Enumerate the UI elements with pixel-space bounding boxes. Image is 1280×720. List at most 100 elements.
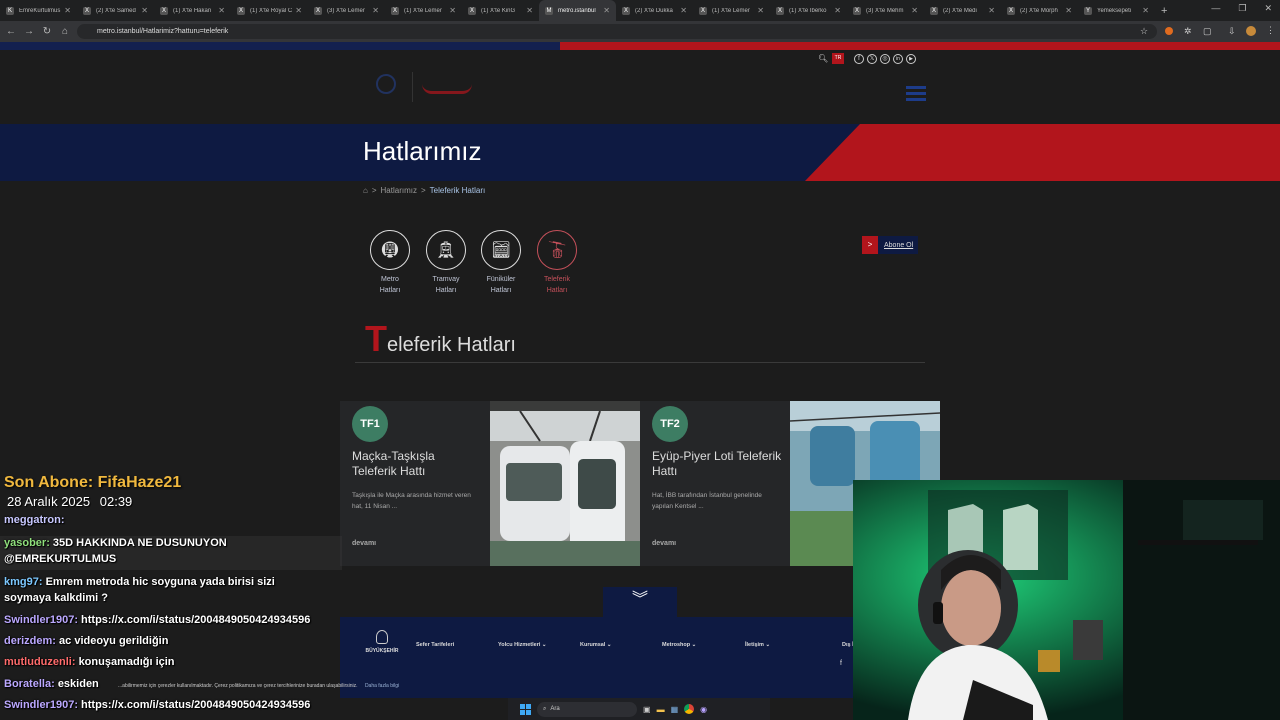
close-tab-icon[interactable]: ✕ xyxy=(449,6,456,15)
browser-tab[interactable]: X (2) X'te Medi ✕ xyxy=(924,0,1001,21)
chrome-icon[interactable] xyxy=(684,704,695,714)
tf1-cable-car-photo[interactable] xyxy=(490,401,640,566)
line-type-label[interactable]: Metro Hatları xyxy=(365,274,415,296)
instagram-icon[interactable]: ◎ xyxy=(880,54,890,64)
tab-title: (2) X'te Dukka xyxy=(635,7,673,14)
close-window-icon[interactable]: ✕ xyxy=(1264,3,1272,14)
double-chevron-down-icon: ︾ xyxy=(632,591,649,608)
menu-kebab-icon[interactable]: ⋮ xyxy=(1266,25,1275,36)
extensions-puzzle-icon[interactable]: ✲ xyxy=(1184,26,1192,37)
browser-tab[interactable]: X (1) X'te KinG ✕ xyxy=(462,0,539,21)
site-logo[interactable] xyxy=(370,70,480,104)
chat-message: @EMREKURTULMUS xyxy=(4,553,116,565)
browser-tab[interactable]: X (3) X'te Lemer ✕ xyxy=(308,0,385,21)
chat-message: Boratella: eskiden xyxy=(4,678,99,690)
hamburger-menu-icon[interactable] xyxy=(906,84,926,103)
cookie-more-link[interactable]: Daha fazla bilgi xyxy=(365,683,399,689)
browser-tab[interactable]: X (1) X'te Lemer ✕ xyxy=(385,0,462,21)
browser-tab[interactable]: X (3) X'te Mehm ✕ xyxy=(847,0,924,21)
read-more-link[interactable]: devamı xyxy=(652,540,676,547)
close-tab-icon[interactable]: ✕ xyxy=(1065,6,1072,15)
chat-text: Emrem metroda hic soyguna yada birisi si… xyxy=(45,576,275,588)
footer-nav-contact[interactable]: İletişim ⌄ xyxy=(745,642,770,648)
ibb-logo-icon xyxy=(376,74,396,94)
browser-tab[interactable]: X (2) X'te Morph ✕ xyxy=(1001,0,1078,21)
line-type-tram[interactable]: 🚊︎ xyxy=(426,230,466,270)
footer-nav-corporate[interactable]: Kurumsal ⌄ xyxy=(580,642,612,648)
bookmark-star-icon[interactable]: ☆ xyxy=(1140,26,1148,37)
close-tab-icon[interactable]: ✕ xyxy=(141,6,148,15)
close-tab-icon[interactable]: ✕ xyxy=(603,6,610,15)
browser-tab[interactable]: X (1) X'te Iberko ✕ xyxy=(770,0,847,21)
line-type-label[interactable]: Tramvay Hatları xyxy=(421,274,471,296)
browser-tab[interactable]: K EmreKurtulmus ✕ xyxy=(0,0,77,21)
task-view-icon[interactable]: ▣ xyxy=(643,705,651,714)
maximize-icon[interactable]: ❐ xyxy=(1238,3,1246,14)
browser-tab[interactable]: X (1) X'te Lemer ✕ xyxy=(693,0,770,21)
browser-tab[interactable]: X (2) X'te Samed ✕ xyxy=(77,0,154,21)
close-tab-icon[interactable]: ✕ xyxy=(218,6,225,15)
close-tab-icon[interactable]: ✕ xyxy=(834,6,841,15)
taskbar-search[interactable]: ⌕ Ara xyxy=(537,701,637,717)
footer-nav-external[interactable]: Dış İ xyxy=(842,642,854,648)
footer-nav-label: İletişim xyxy=(745,642,764,648)
footer-nav-timetables[interactable]: Sefer Tarifeleri xyxy=(416,642,454,648)
windows-start-icon[interactable] xyxy=(520,703,531,715)
x-twitter-icon[interactable]: 𝕏 xyxy=(867,54,877,64)
close-tab-icon[interactable]: ✕ xyxy=(911,6,918,15)
file-explorer-icon[interactable]: ▬ xyxy=(657,705,665,714)
discord-icon[interactable]: ◉ xyxy=(700,705,707,714)
line-card-tf1[interactable]: TF1 Maçka-Taşkışla Teleferik Hattı Taşkı… xyxy=(340,401,490,566)
close-tab-icon[interactable]: ✕ xyxy=(526,6,533,15)
line-card-tf2[interactable]: TF2 Eyüp-Piyer Loti Teleferik Hattı Hat,… xyxy=(640,401,790,566)
top-stripe-red xyxy=(560,42,1280,50)
language-badge[interactable]: TR xyxy=(832,53,844,64)
subscribe-button[interactable]: > Abone Ol xyxy=(862,236,918,254)
line-type-label[interactable]: Füniküler Hatları xyxy=(476,274,526,296)
forward-icon[interactable]: → xyxy=(20,26,38,37)
youtube-icon[interactable]: ▶ xyxy=(906,54,916,64)
download-icon[interactable]: ⇩ xyxy=(1228,26,1236,37)
browser-tab[interactable]: Y Yemeksepeti ✕ xyxy=(1078,0,1155,21)
breadcrumb-parent-link[interactable]: Hatlarımız xyxy=(381,186,417,195)
footer-nav-passenger-services[interactable]: Yolcu Hizmetleri ⌄ xyxy=(498,642,547,648)
line-type-label-line: Metro xyxy=(381,276,399,283)
linkedin-icon[interactable]: in xyxy=(893,54,903,64)
close-tab-icon[interactable]: ✕ xyxy=(757,6,764,15)
home-icon[interactable]: ⌂ xyxy=(56,26,74,37)
browser-tab[interactable]: X (2) X'te Dukka ✕ xyxy=(616,0,693,21)
search-icon[interactable]: 🔍︎ xyxy=(818,54,828,63)
line-type-metro[interactable]: 🚇︎ xyxy=(370,230,410,270)
browser-tab[interactable]: Mmetro.istanbul ✕ xyxy=(539,0,616,21)
line-type-label-line: Teleferik xyxy=(543,276,571,283)
back-icon[interactable]: ← xyxy=(2,26,20,37)
minimize-icon[interactable]: — xyxy=(1211,3,1220,14)
profile-avatar[interactable] xyxy=(1246,26,1256,36)
browser-tab[interactable]: X (1) X'te Hakan ✕ xyxy=(154,0,231,21)
reload-icon[interactable]: ↻ xyxy=(38,26,56,37)
url-field[interactable]: metro.istanbul/Hatlarimiz?hatturu=telefe… xyxy=(77,24,1157,39)
store-icon[interactable]: ▦ xyxy=(671,705,679,714)
close-tab-icon[interactable]: ✕ xyxy=(372,6,379,15)
scroll-down-button[interactable]: ︾ xyxy=(603,587,677,617)
close-tab-icon[interactable]: ✕ xyxy=(64,6,71,15)
line-type-cable-car[interactable]: 🚡︎ xyxy=(537,230,577,270)
close-tab-icon[interactable]: ✕ xyxy=(295,6,302,15)
extension-icon[interactable] xyxy=(1165,27,1173,35)
home-icon[interactable]: ⌂ xyxy=(363,186,368,195)
footer-facebook-icon[interactable]: f xyxy=(840,660,842,667)
tab-title: (1) X'te Lemer xyxy=(404,7,442,14)
metro-icon: 🚇︎ xyxy=(379,242,401,259)
browser-tab[interactable]: X (1) X'te Royal C ✕ xyxy=(231,0,308,21)
line-type-label[interactable]: Teleferik Hatları xyxy=(532,274,582,296)
new-tab-icon[interactable]: + xyxy=(1161,5,1167,17)
close-tab-icon[interactable]: ✕ xyxy=(680,6,687,15)
close-tab-icon[interactable]: ✕ xyxy=(1142,6,1149,15)
facebook-icon[interactable]: f xyxy=(854,54,864,64)
sidepanel-icon[interactable]: ▢ xyxy=(1203,26,1212,37)
read-more-link[interactable]: devamı xyxy=(352,540,376,547)
footer-nav-metroshop[interactable]: Metroshop ⌄ xyxy=(662,642,696,648)
close-tab-icon[interactable]: ✕ xyxy=(988,6,995,15)
ibb-footer-logo[interactable]: BÜYÜKŞEHİR xyxy=(362,630,402,654)
line-type-funicular[interactable]: 🚞︎ xyxy=(481,230,521,270)
